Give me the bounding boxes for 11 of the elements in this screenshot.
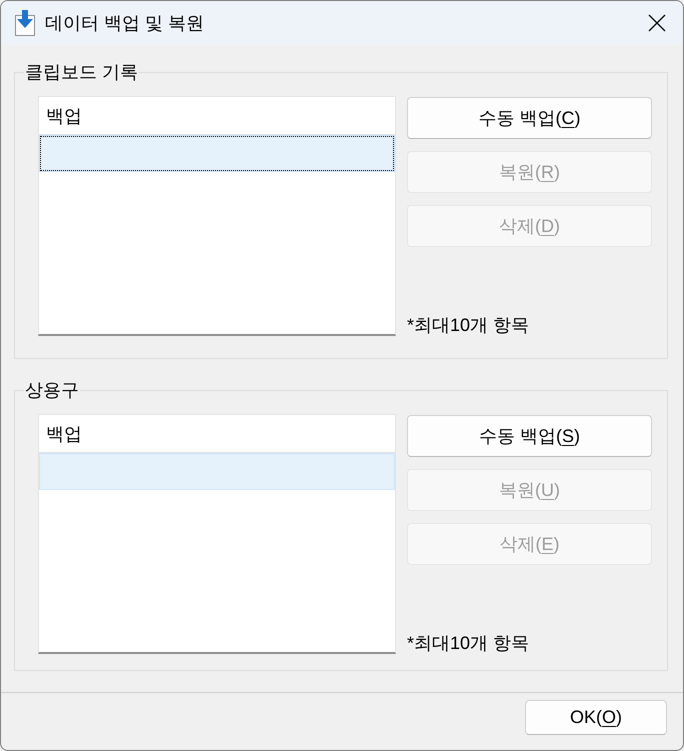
backup-button[interactable]: 수동 백업(C): [407, 97, 652, 139]
close-icon[interactable]: [648, 14, 666, 32]
group-title: 상용구: [24, 380, 80, 400]
limit-note: *최대10개 항목: [407, 315, 530, 335]
ok-button[interactable]: OK(O): [525, 700, 667, 735]
document-download-icon: [14, 10, 36, 36]
group-title: 클립보드 기록: [24, 62, 140, 82]
list-row[interactable]: [39, 135, 395, 172]
window-title: 데이터 백업 및 복원: [45, 12, 206, 34]
backup-button[interactable]: 수동 백업(S): [407, 415, 652, 457]
limit-note: *최대10개 항목: [407, 633, 530, 653]
